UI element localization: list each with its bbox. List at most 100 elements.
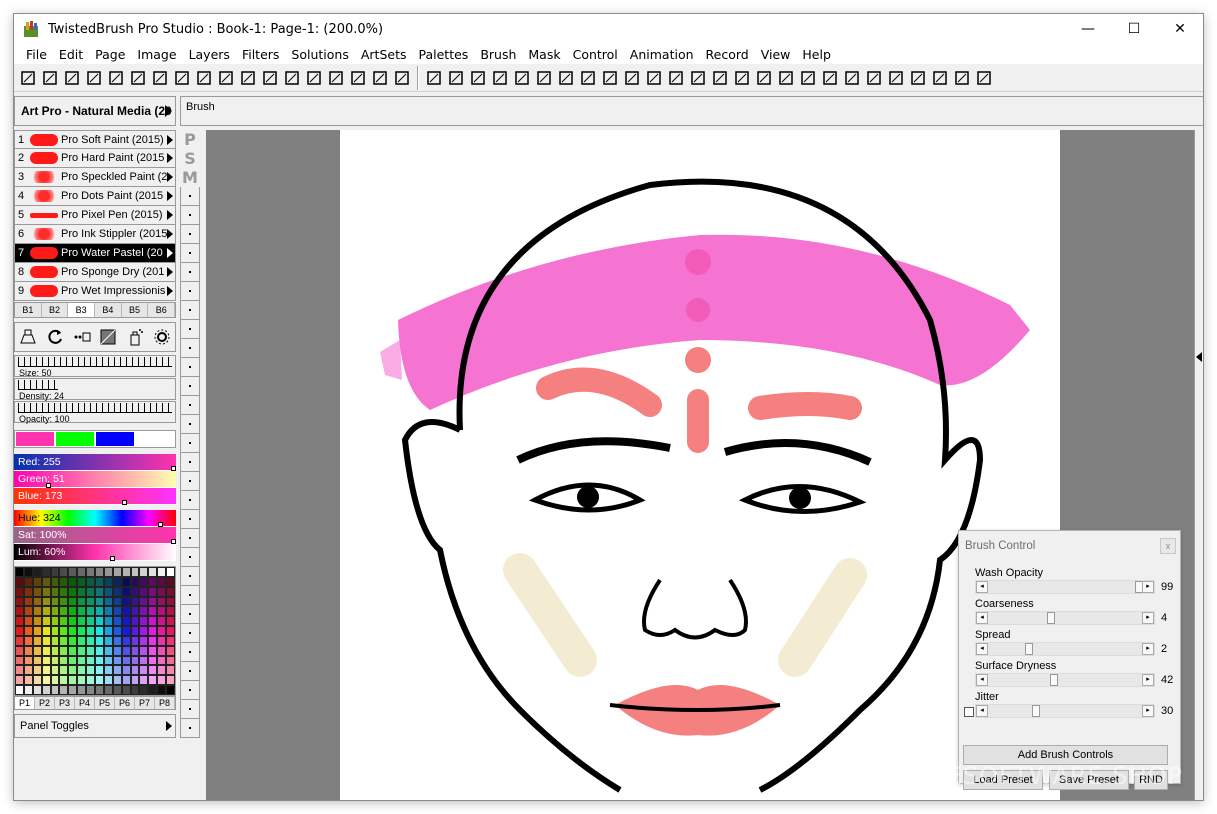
side-dot-cell[interactable] bbox=[180, 358, 200, 377]
palette-cell[interactable] bbox=[86, 626, 95, 636]
checker-icon[interactable] bbox=[687, 67, 709, 89]
palette-cell[interactable] bbox=[121, 616, 131, 627]
palette-cell[interactable] bbox=[50, 635, 60, 646]
palette-cell[interactable] bbox=[77, 645, 87, 656]
palette-cell[interactable] bbox=[68, 645, 78, 656]
minimize-button[interactable]: — bbox=[1065, 14, 1111, 44]
palette-cell[interactable] bbox=[23, 675, 33, 686]
psm-toggle[interactable]: S bbox=[180, 149, 200, 168]
palette-cell[interactable] bbox=[148, 616, 158, 627]
palette-cell[interactable] bbox=[103, 596, 113, 607]
palette-cell[interactable] bbox=[103, 567, 113, 577]
palette-cell[interactable] bbox=[112, 596, 122, 607]
bank-tab[interactable]: B6 bbox=[148, 303, 176, 317]
color-swatch[interactable] bbox=[135, 431, 175, 447]
palette-cell[interactable] bbox=[103, 616, 113, 627]
slider-thumb[interactable] bbox=[1032, 705, 1040, 717]
palette-cell[interactable] bbox=[50, 576, 60, 587]
menu-solutions[interactable]: Solutions bbox=[285, 47, 354, 62]
palette-cell[interactable] bbox=[41, 586, 51, 597]
palette-cell[interactable] bbox=[130, 645, 140, 656]
palette-cell[interactable] bbox=[59, 665, 69, 676]
brush-control-close-button[interactable]: x bbox=[1160, 538, 1176, 554]
palette-cell[interactable] bbox=[41, 665, 51, 676]
dot-line-icon[interactable] bbox=[72, 327, 92, 347]
side-dot-cell[interactable] bbox=[180, 225, 200, 244]
brush-row[interactable]: 3 Pro Speckled Paint (2 bbox=[14, 168, 176, 187]
palette-cell[interactable] bbox=[157, 645, 167, 656]
move-icon[interactable] bbox=[533, 67, 555, 89]
palette-tab[interactable]: P3 bbox=[55, 697, 75, 709]
palette-cell[interactable] bbox=[15, 576, 24, 587]
brush-row[interactable]: 5 Pro Pixel Pen (2015) bbox=[14, 206, 176, 225]
bucket-icon[interactable] bbox=[467, 67, 489, 89]
side-dot-cell[interactable] bbox=[180, 548, 200, 567]
palette-cell[interactable] bbox=[86, 616, 95, 627]
palette-cell[interactable] bbox=[15, 665, 24, 676]
side-dot-cell[interactable] bbox=[180, 567, 200, 586]
palette-cell[interactable] bbox=[23, 596, 33, 607]
palette-cell[interactable] bbox=[139, 635, 149, 646]
side-dot-cell[interactable] bbox=[180, 282, 200, 301]
palette-cell[interactable] bbox=[130, 675, 140, 686]
palette-cell[interactable] bbox=[41, 606, 51, 617]
gear-icon[interactable] bbox=[152, 327, 172, 347]
blue-slider[interactable]: Blue: 173 bbox=[14, 488, 176, 505]
palette-cell[interactable] bbox=[121, 655, 131, 666]
palette-cell[interactable] bbox=[77, 586, 87, 597]
palette-cell[interactable] bbox=[166, 596, 175, 607]
palette-cell[interactable] bbox=[15, 685, 24, 695]
paste-layer-icon[interactable] bbox=[303, 67, 325, 89]
palette-cell[interactable] bbox=[157, 635, 167, 646]
close-button[interactable]: ✕ bbox=[1157, 14, 1203, 44]
side-dot-cell[interactable] bbox=[180, 491, 200, 510]
palette-cell[interactable] bbox=[77, 626, 87, 636]
palette-cell[interactable] bbox=[148, 567, 158, 577]
palette-cell[interactable] bbox=[59, 685, 69, 695]
palette-cell[interactable] bbox=[77, 685, 87, 695]
palette-cell[interactable] bbox=[15, 596, 24, 607]
palette-cell[interactable] bbox=[50, 675, 60, 686]
palette-cell[interactable] bbox=[166, 635, 175, 646]
palette-cell[interactable] bbox=[112, 665, 122, 676]
palette-cell[interactable] bbox=[86, 645, 95, 656]
brush-row[interactable]: 4 Pro Dots Paint (2015 bbox=[14, 187, 176, 206]
palette-cell[interactable] bbox=[32, 675, 42, 686]
palette-cell[interactable] bbox=[68, 576, 78, 587]
side-dot-cell[interactable] bbox=[180, 681, 200, 700]
side-dot-cell[interactable] bbox=[180, 434, 200, 453]
palette-cell[interactable] bbox=[15, 567, 24, 577]
palette-cell[interactable] bbox=[121, 586, 131, 597]
palette-cell[interactable] bbox=[50, 586, 60, 597]
menu-file[interactable]: File bbox=[20, 47, 53, 62]
brush-arrow-icon[interactable] bbox=[167, 248, 173, 258]
select-rect-icon[interactable] bbox=[489, 67, 511, 89]
palette-cell[interactable] bbox=[77, 655, 87, 666]
opacity-slider[interactable]: Opacity: 100 bbox=[14, 401, 176, 424]
side-dot-cell[interactable] bbox=[180, 624, 200, 643]
palette-cell[interactable] bbox=[95, 567, 104, 577]
palette-cell[interactable] bbox=[139, 655, 149, 666]
color-palette-grid[interactable] bbox=[14, 566, 176, 696]
palette-cell[interactable] bbox=[95, 606, 104, 617]
palette-cell[interactable] bbox=[139, 596, 149, 607]
palette-cell[interactable] bbox=[23, 635, 33, 646]
menu-layers[interactable]: Layers bbox=[183, 47, 236, 62]
palette-cell[interactable] bbox=[103, 586, 113, 597]
side-dot-cell[interactable] bbox=[180, 529, 200, 548]
curve-icon[interactable] bbox=[819, 67, 841, 89]
palette-cell[interactable] bbox=[41, 567, 51, 577]
brush-arrow-icon[interactable] bbox=[167, 172, 173, 182]
bank-tab[interactable]: B2 bbox=[42, 303, 69, 317]
slider-left-arrow-icon[interactable]: ◂ bbox=[976, 674, 988, 686]
palette-cell[interactable] bbox=[23, 576, 33, 587]
panel-toggles[interactable]: Panel Toggles bbox=[14, 714, 176, 738]
palette-cell[interactable] bbox=[32, 645, 42, 656]
palette-cell[interactable] bbox=[157, 606, 167, 617]
palette-cell[interactable] bbox=[103, 655, 113, 666]
palette-cell[interactable] bbox=[95, 675, 104, 686]
refresh-icon[interactable] bbox=[45, 327, 65, 347]
brush-arrow-icon[interactable] bbox=[167, 153, 173, 163]
palette-cell[interactable] bbox=[130, 576, 140, 587]
palette-cell[interactable] bbox=[112, 685, 122, 695]
